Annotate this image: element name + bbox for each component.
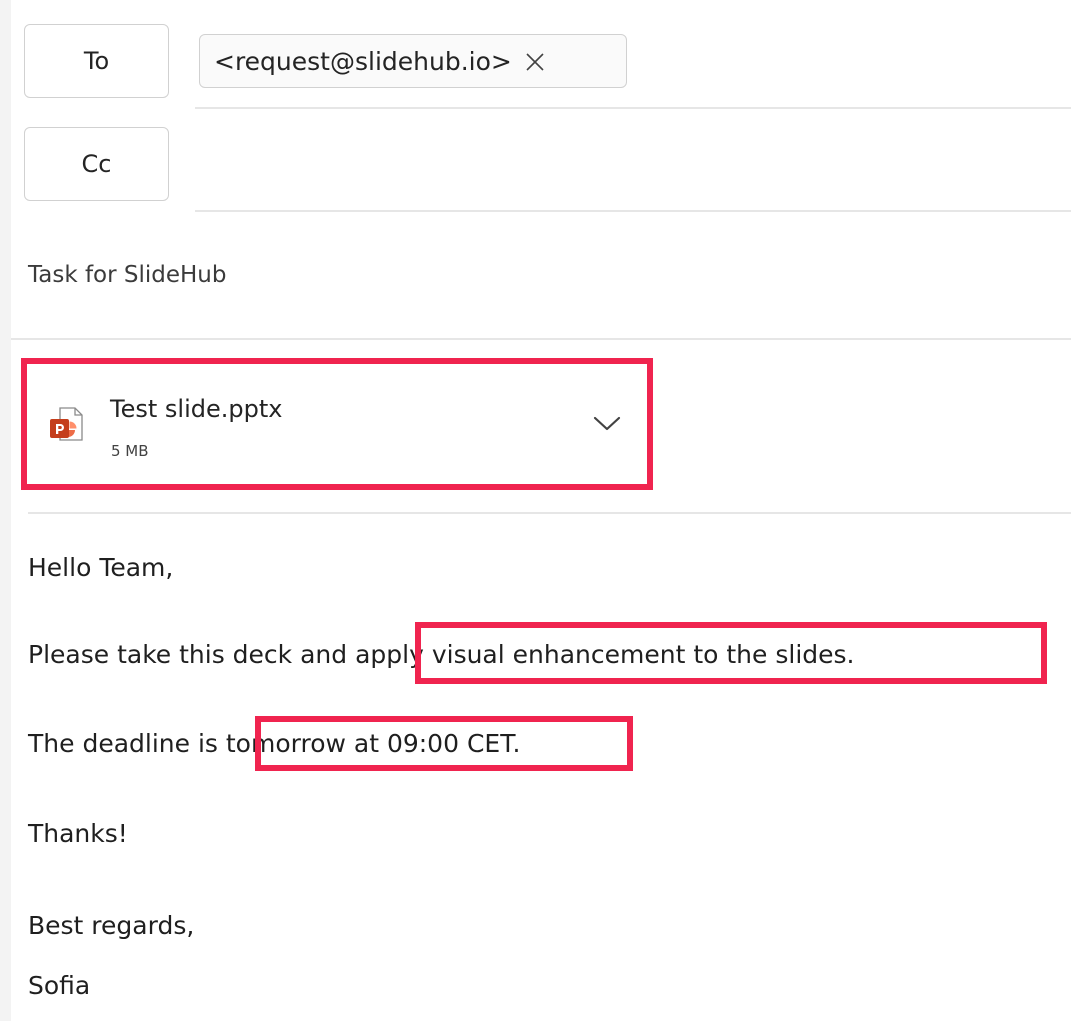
to-button-label: To — [83, 47, 110, 75]
deadline-line: The deadline is tomorrow at 09:00 CET. — [28, 731, 520, 756]
chevron-down-icon[interactable] — [592, 414, 622, 434]
subject-text: Task for SlideHub — [28, 262, 227, 288]
recipient-chip-label: <request@slidehub.io> — [214, 46, 512, 76]
cc-input[interactable] — [195, 120, 1071, 208]
request-line-prefix: Please take this deck and — [28, 640, 356, 669]
attachment-size: 5 MB — [111, 442, 149, 460]
to-field-divider — [195, 107, 1071, 109]
request-line-highlight: apply visual enhancement to the slides. — [355, 640, 855, 669]
closing-line: Best regards, — [28, 911, 195, 940]
attachment-divider — [28, 512, 1071, 514]
left-edge-strip — [0, 0, 11, 1021]
cc-button-label: Cc — [81, 150, 112, 178]
powerpoint-file-icon — [48, 405, 86, 443]
request-line: Please take this deck and apply visual e… — [28, 642, 855, 667]
recipient-chip[interactable]: <request@slidehub.io> — [199, 34, 627, 88]
close-icon[interactable] — [524, 50, 546, 72]
message-body[interactable] — [11, 530, 1071, 1021]
greeting-line: Hello Team, — [28, 553, 174, 582]
to-button[interactable]: To — [24, 24, 169, 98]
subject-divider — [11, 338, 1071, 340]
attachment-name: Test slide.pptx — [110, 395, 283, 423]
thanks-line: Thanks! — [28, 819, 128, 848]
deadline-line-highlight: tomorrow at 09:00 CET. — [225, 729, 521, 758]
cc-field-divider — [195, 210, 1071, 212]
attachment-card[interactable]: Test slide.pptx 5 MB — [28, 365, 646, 485]
cc-button[interactable]: Cc — [24, 127, 169, 201]
signature-line: Sofia — [28, 971, 91, 1000]
deadline-line-prefix: The deadline is — [28, 729, 226, 758]
